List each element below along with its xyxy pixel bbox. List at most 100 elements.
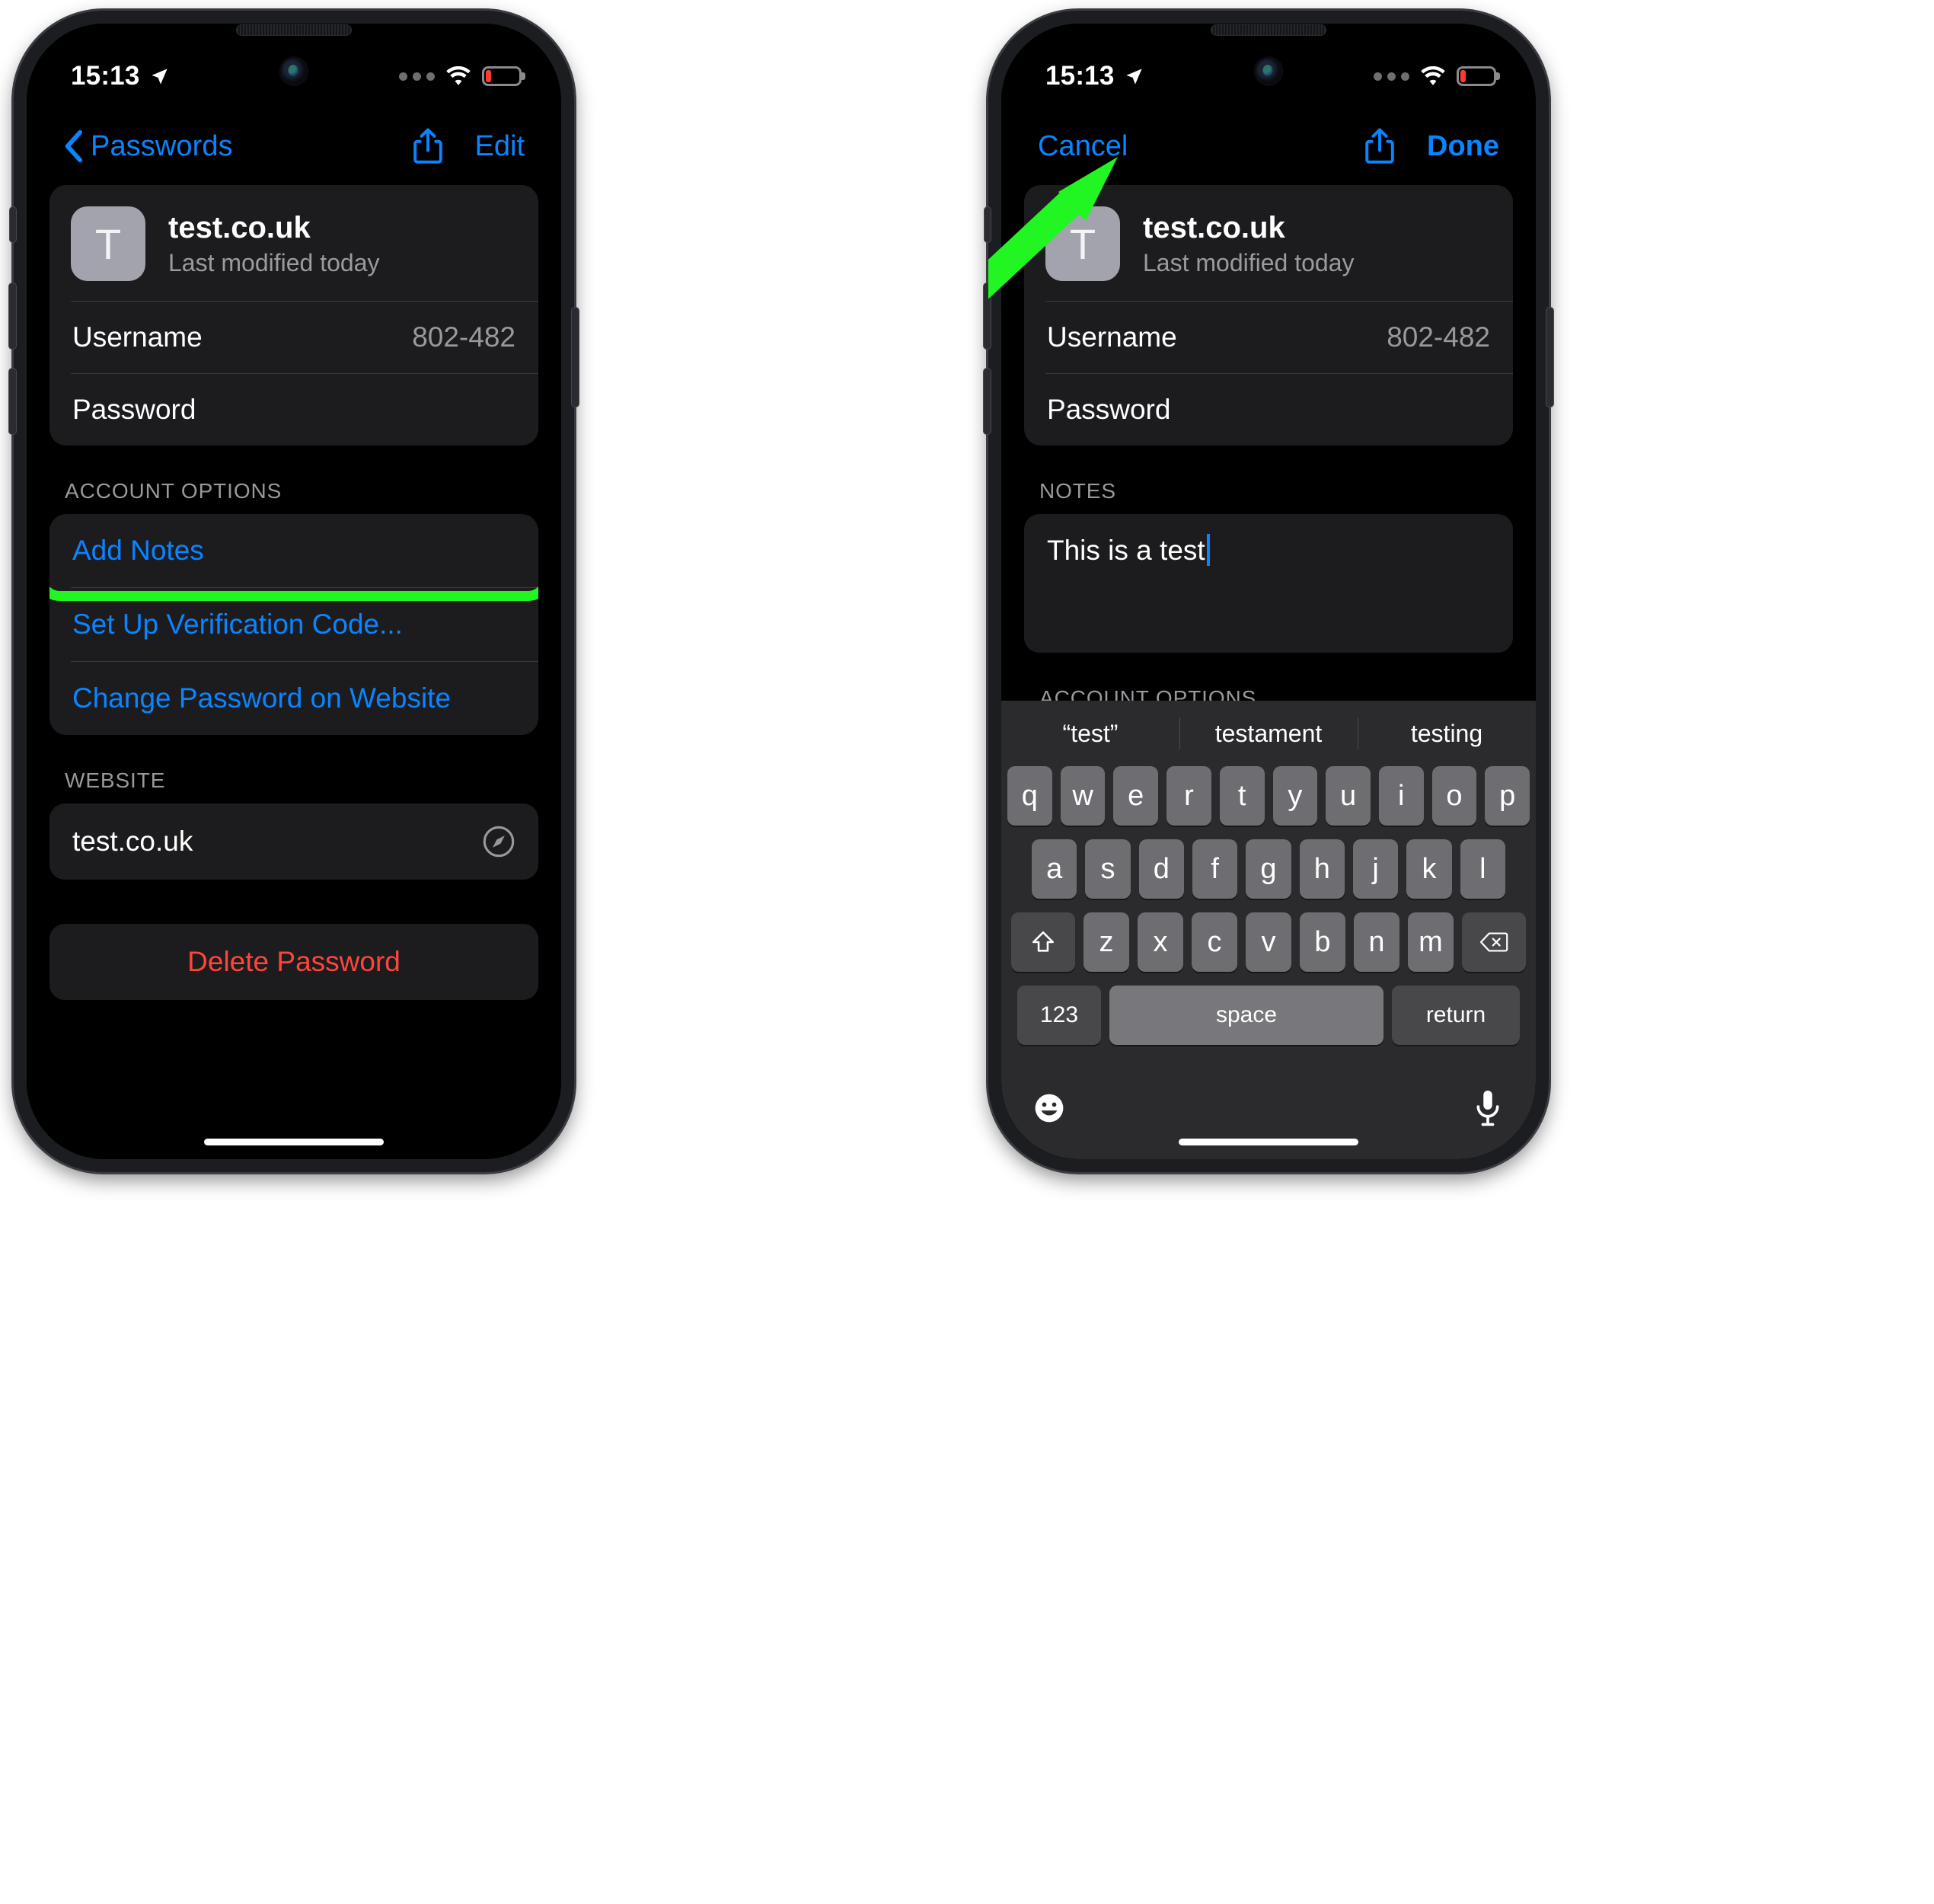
suggestion-0[interactable]: “test” (1001, 720, 1179, 748)
share-icon[interactable] (1364, 127, 1395, 165)
status-bar-left: 15:13 (71, 61, 170, 91)
notes-value: This is a test (1047, 535, 1205, 566)
key-d[interactable]: d (1138, 839, 1184, 899)
set-up-verification-code-label: Set Up Verification Code... (72, 609, 403, 640)
signal-dots-icon (399, 72, 435, 81)
silent-switch[interactable] (985, 207, 991, 242)
account-last-modified: Last modified today (168, 249, 380, 277)
account-card: T test.co.uk Last modified today Usernam… (49, 185, 538, 446)
key-z[interactable]: z (1083, 912, 1129, 972)
key-s[interactable]: s (1085, 839, 1131, 899)
done-button[interactable]: Done (1427, 130, 1499, 163)
key-o[interactable]: o (1431, 766, 1477, 826)
battery-low-icon (1457, 66, 1496, 86)
key-j[interactable]: j (1352, 839, 1399, 899)
key-c[interactable]: c (1192, 912, 1237, 972)
set-up-verification-code-row[interactable]: Set Up Verification Code... (49, 588, 538, 661)
keyboard-row-1: q w e r t y u i o p (1007, 766, 1530, 826)
home-indicator[interactable] (204, 1139, 384, 1145)
shift-key[interactable] (1011, 912, 1075, 972)
key-u[interactable]: u (1326, 766, 1371, 826)
account-header: T test.co.uk Last modified today (49, 185, 538, 301)
key-v[interactable]: v (1246, 912, 1291, 972)
right-phone-bezel: 15:13 Cancel Done T test.co.uk Last modi… (1001, 24, 1536, 1159)
key-e[interactable]: e (1113, 766, 1159, 826)
wifi-icon (446, 66, 471, 85)
return-key[interactable]: return (1392, 986, 1520, 1045)
username-row[interactable]: Username 802-482 (1024, 302, 1513, 373)
right-nav-bar: Cancel Done (1001, 113, 1536, 179)
emoji-smiley-icon[interactable] (1032, 1088, 1067, 1129)
home-indicator[interactable] (1179, 1139, 1358, 1145)
keyboard-rows: q w e r t y u i o p a s d f g h j k l z … (1001, 766, 1536, 1074)
delete-password-button[interactable]: Delete Password (49, 924, 538, 1000)
key-q[interactable]: q (1007, 766, 1052, 826)
volume-up-button[interactable] (9, 283, 16, 349)
key-x[interactable]: x (1138, 912, 1183, 972)
keyboard-row-3: z x c v b n m (1007, 912, 1530, 972)
suggestion-2[interactable]: testing (1358, 720, 1536, 748)
change-password-on-website-row[interactable]: Change Password on Website (49, 662, 538, 735)
numbers-key[interactable]: 123 (1017, 986, 1101, 1045)
compass-safari-icon[interactable] (482, 825, 515, 858)
earpiece-grille (1211, 25, 1326, 35)
key-l[interactable]: l (1460, 839, 1505, 899)
backspace-icon (1479, 932, 1508, 952)
key-g[interactable]: g (1246, 839, 1291, 899)
key-b[interactable]: b (1300, 912, 1345, 972)
key-y[interactable]: y (1272, 766, 1318, 826)
right-phone-device: 15:13 Cancel Done T test.co.uk Last modi… (984, 11, 1553, 1172)
key-a[interactable]: a (1032, 839, 1077, 899)
password-row[interactable]: Password (1024, 374, 1513, 446)
right-phone-screen: 15:13 Cancel Done T test.co.uk Last modi… (1001, 24, 1536, 1159)
notch (1158, 24, 1379, 59)
notes-textarea[interactable]: This is a test (1024, 514, 1513, 653)
cancel-button[interactable]: Cancel (1038, 130, 1128, 163)
add-notes-label: Add Notes (72, 535, 204, 566)
silent-switch[interactable] (10, 207, 16, 242)
key-t[interactable]: t (1219, 766, 1265, 826)
left-phone-device: 15:13 Passwords Edit T test.co.uk Last m… (9, 11, 579, 1172)
password-label: Password (72, 394, 196, 425)
key-m[interactable]: m (1408, 912, 1454, 972)
status-time: 15:13 (71, 61, 140, 91)
share-icon[interactable] (413, 127, 443, 165)
volume-up-button[interactable] (984, 283, 991, 349)
notch (184, 24, 404, 59)
power-button[interactable] (572, 308, 579, 407)
left-phone-bezel: 15:13 Passwords Edit T test.co.uk Last m… (27, 24, 561, 1159)
key-k[interactable]: k (1406, 839, 1452, 899)
suggestion-1[interactable]: testament (1179, 720, 1358, 748)
key-i[interactable]: i (1378, 766, 1424, 826)
backspace-key[interactable] (1462, 912, 1526, 972)
edit-button[interactable]: Edit (475, 130, 525, 163)
key-f[interactable]: f (1192, 839, 1238, 899)
password-row[interactable]: Password (49, 374, 538, 446)
key-w[interactable]: w (1060, 766, 1106, 826)
microphone-icon[interactable] (1470, 1088, 1505, 1129)
key-n[interactable]: n (1354, 912, 1399, 972)
keyboard-suggestion-bar: “test” testament testing (1001, 701, 1536, 766)
key-r[interactable]: r (1166, 766, 1211, 826)
key-h[interactable]: h (1299, 839, 1345, 899)
volume-down-button[interactable] (9, 369, 16, 434)
status-bar-left: 15:13 (1045, 61, 1144, 91)
location-arrow-icon (1125, 68, 1142, 85)
notes-header: NOTES (1039, 479, 1116, 503)
account-title-block: test.co.uk Last modified today (1143, 210, 1355, 277)
power-button[interactable] (1546, 308, 1553, 407)
back-button-label: Passwords (91, 129, 233, 162)
key-p[interactable]: p (1485, 766, 1530, 826)
back-to-passwords-button[interactable]: Passwords (63, 129, 233, 163)
status-time: 15:13 (1045, 61, 1115, 91)
account-last-modified: Last modified today (1143, 249, 1355, 277)
account-card: T test.co.uk Last modified today Usernam… (1024, 185, 1513, 446)
space-key[interactable]: space (1109, 986, 1383, 1045)
username-label: Username (72, 321, 203, 353)
volume-down-button[interactable] (984, 369, 991, 434)
shift-arrow-icon (1032, 931, 1055, 952)
username-row[interactable]: Username 802-482 (49, 302, 538, 373)
add-notes-row[interactable]: Add Notes (49, 514, 538, 587)
status-bar-right (1374, 66, 1496, 86)
website-field[interactable]: test.co.uk (49, 803, 538, 880)
